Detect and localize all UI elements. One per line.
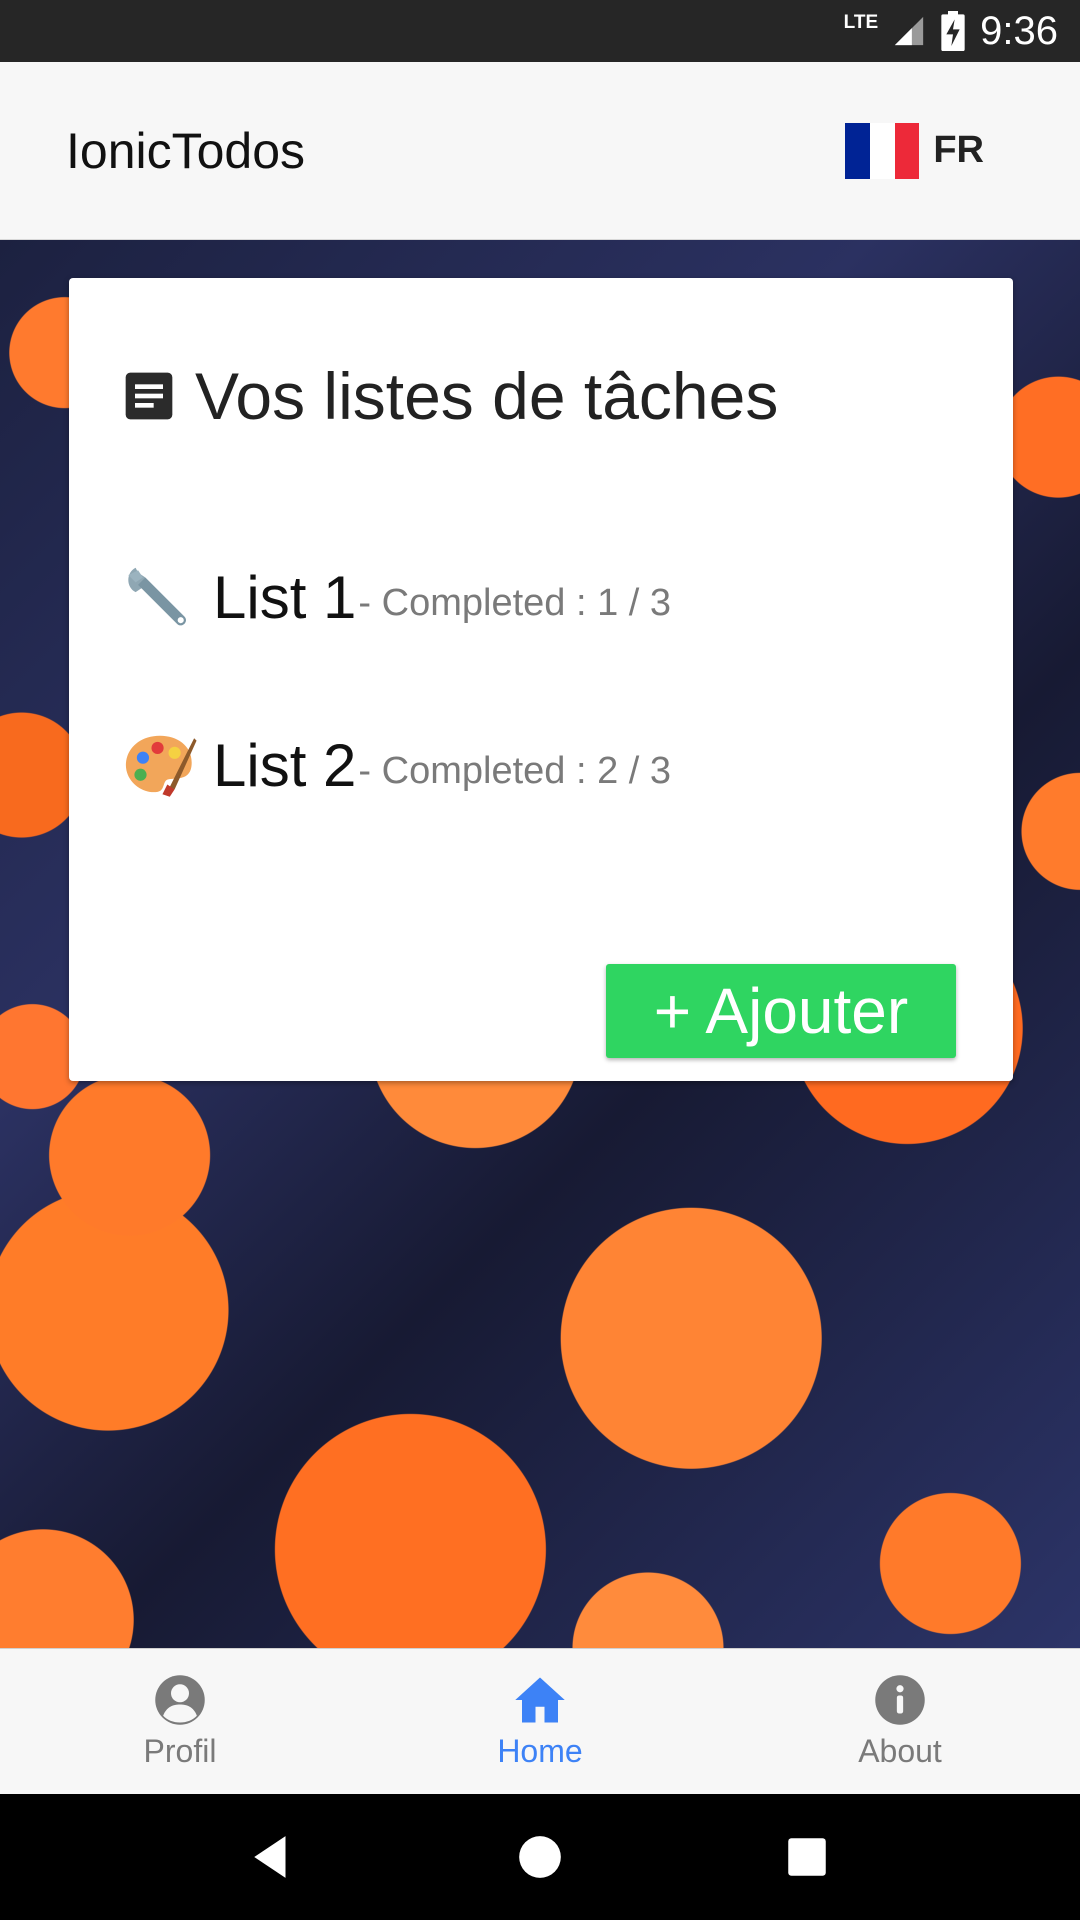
person-circle-icon [155,1675,205,1725]
tab-about[interactable]: About [720,1649,1080,1794]
back-icon[interactable] [248,1832,298,1882]
network-type: LTE [843,12,879,33]
artist-palette-icon [125,735,197,797]
tab-label: About [858,1733,942,1769]
info-icon [875,1675,925,1725]
tab-label: Profil [143,1733,217,1769]
home-circle-icon[interactable] [515,1832,565,1882]
list-progress: - Completed : 2 / 3 [358,749,672,792]
list-item[interactable]: List 1 - Completed : 1 / 3 [121,558,671,636]
france-flag-icon [845,122,920,179]
tab-bar: Profil Home About [0,1648,1080,1794]
signal-icon [894,16,924,46]
battery-charging-icon [941,11,965,51]
tab-profil[interactable]: Profil [0,1649,360,1794]
tab-label: Home [497,1733,583,1769]
home-icon [515,1677,565,1723]
add-list-button[interactable]: + Ajouter [606,964,956,1058]
list-item[interactable]: List 2 - Completed : 2 / 3 [121,726,671,804]
card-title: Vos listes de tâches [121,358,778,434]
language-code: FR [933,129,984,171]
clock: 9:36 [980,8,1058,53]
list-name: List 2 [213,731,357,799]
android-nav-bar [0,1794,1080,1920]
document-icon [125,372,173,420]
status-bar: LTE 9:36 [0,0,1080,62]
app-header: IonicTodos FR [0,62,1080,240]
language-selector[interactable]: FR [845,122,984,179]
todo-lists-card: Vos listes de tâches List 1 - Completed … [69,278,1013,1081]
tab-home[interactable]: Home [360,1649,720,1794]
card-title-text: Vos listes de tâches [195,359,779,433]
wrench-icon [128,567,186,626]
app-title: IonicTodos [66,122,306,179]
content-background: Vos listes de tâches List 1 - Completed … [0,240,1080,1648]
list-name: List 1 [213,563,357,631]
recents-icon[interactable] [782,1832,832,1882]
list-progress: - Completed : 1 / 3 [358,581,672,624]
